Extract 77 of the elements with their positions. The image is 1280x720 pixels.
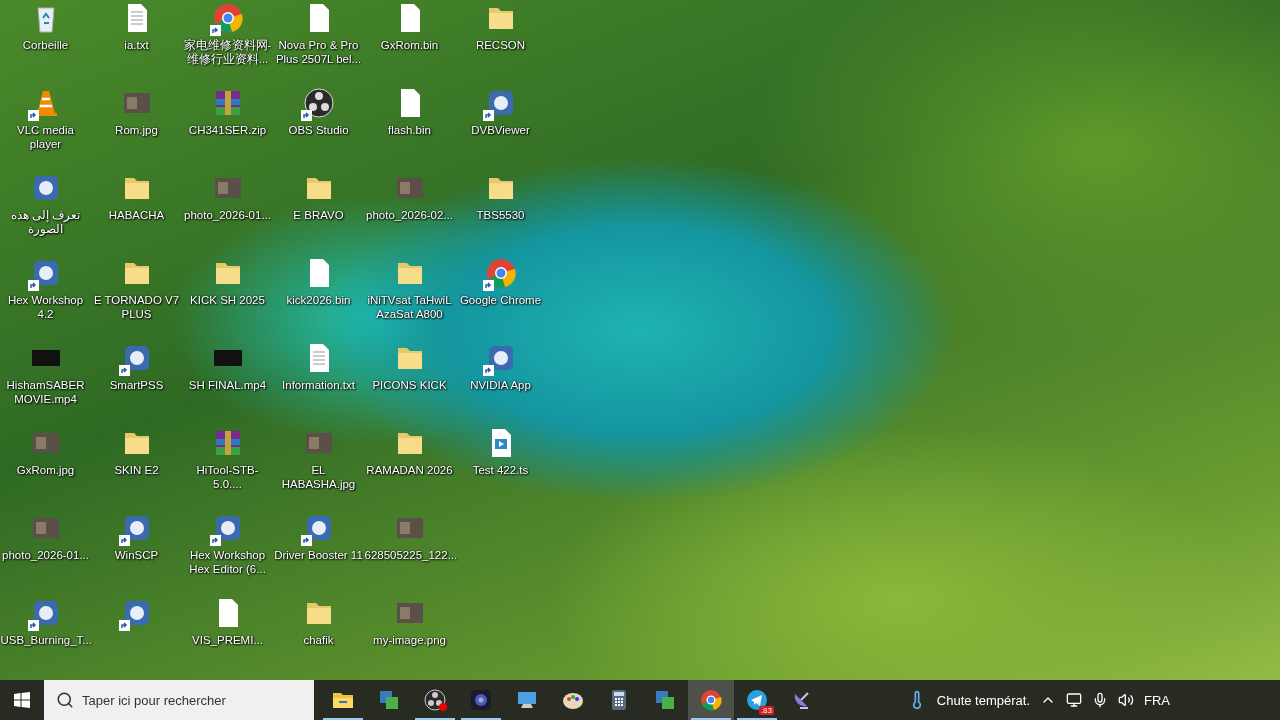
taskbar-app-button[interactable]: .83 — [734, 680, 780, 720]
icon-label[interactable]: my-image.png — [364, 633, 455, 647]
obs-icon — [423, 688, 447, 712]
shortcut-arrow-icon — [482, 365, 494, 376]
icon-label[interactable]: RECSON — [455, 38, 546, 52]
icon-label[interactable]: E BRAVO — [273, 208, 364, 222]
icon-label[interactable]: DVBViewer — [455, 123, 546, 137]
network-icon[interactable] — [1066, 692, 1082, 708]
icon-label[interactable]: NVIDIA App — [455, 378, 546, 392]
camera-icon — [469, 688, 493, 712]
icon-label[interactable]: GxRom.bin — [364, 38, 455, 52]
shortcut-arrow-icon — [209, 535, 221, 546]
icon-label[interactable]: Hex Workshop Hex Editor (6... — [182, 548, 273, 576]
search-icon — [56, 691, 74, 709]
icon-label[interactable]: KICK SH 2025 — [182, 293, 273, 307]
windows-logo-icon — [14, 692, 30, 708]
icon-label[interactable]: OBS Studio — [273, 123, 364, 137]
shortcut-arrow-icon — [27, 110, 39, 121]
icon-label[interactable]: TBS5530 — [455, 208, 546, 222]
icon-label[interactable]: E TORNADO V7 PLUS — [91, 293, 182, 321]
icon-label[interactable]: photo_2026-01... — [182, 208, 273, 222]
app-icon — [377, 688, 401, 712]
shortcut-arrow-icon — [27, 280, 39, 291]
shortcut-arrow-icon — [300, 535, 312, 546]
shortcut-arrow-icon — [209, 25, 221, 36]
shortcut-arrow-icon — [118, 365, 130, 376]
icon-label[interactable]: chafik — [273, 633, 364, 647]
icon-label[interactable]: Driver Booster 11 — [273, 548, 364, 562]
icon-label[interactable]: GxRom.jpg — [0, 463, 91, 477]
shortcut-arrow-icon — [300, 110, 312, 121]
icon-label[interactable]: EL HABASHA.jpg — [273, 463, 364, 491]
obs-icon — [302, 87, 335, 119]
language-indicator[interactable]: FRA — [1144, 692, 1170, 708]
icon-label[interactable]: Test 422.ts — [455, 463, 546, 477]
icon-label[interactable]: photo_2026-02... — [364, 208, 455, 222]
icon-label[interactable]: Hex Workshop 4.2 — [0, 293, 91, 321]
icon-label[interactable]: iNiTVsat TaHwiL AzaSat A800 — [364, 293, 455, 321]
icon-label[interactable]: Corbeille — [0, 38, 91, 52]
shortcut-arrow-icon — [118, 620, 130, 631]
shortcut-arrow-icon — [27, 620, 39, 631]
icon-label[interactable]: kick2026.bin — [273, 293, 364, 307]
icon-label[interactable]: HishamSABER MOVIE.mp4 — [0, 378, 91, 406]
icon-label[interactable]: CH341SER.zip — [182, 123, 273, 137]
chrome-icon — [484, 257, 517, 289]
icon-label[interactable]: VIS_PREMI... — [182, 633, 273, 647]
shortcut-arrow-icon — [482, 110, 494, 121]
icon-label[interactable]: Nova Pro & Pro Plus 2507L bel... — [273, 38, 364, 66]
unread-count: .83 — [758, 706, 774, 715]
weather-text[interactable]: Chute températ. — [936, 692, 1030, 708]
search-field[interactable]: Taper ici pour rechercher — [44, 680, 314, 720]
icon-label[interactable]: SH FINAL.mp4 — [182, 378, 273, 392]
icon-label[interactable]: Rom.jpg — [91, 123, 182, 137]
icon-label[interactable]: Google Chrome — [455, 293, 546, 307]
icon-label[interactable]: HiTool-STB-5.0.... — [182, 463, 273, 491]
taskbar-app-button[interactable] — [688, 680, 734, 720]
chrome-icon — [699, 688, 723, 712]
shortcut-arrow-icon — [482, 280, 494, 291]
icon-label[interactable]: HABACHA — [91, 208, 182, 222]
chrome-icon — [211, 2, 244, 34]
icon-label[interactable]: SmartPSS — [91, 378, 182, 392]
icon-label[interactable]: RAMADAN 2026 — [364, 463, 455, 477]
icon-label[interactable]: 628505225_122... — [364, 548, 455, 562]
icon-label[interactable]: WinSCP — [91, 548, 182, 562]
icon-label[interactable]: photo_2026-01... — [0, 548, 91, 562]
icon-label[interactable]: تعرف إلى هذه الصورة — [0, 208, 91, 236]
icon-label[interactable]: flash.bin — [364, 123, 455, 137]
icon-label[interactable]: ia.txt — [91, 38, 182, 52]
shortcut-arrow-icon — [118, 535, 130, 546]
icon-label[interactable]: VLC media player — [0, 123, 91, 151]
icon-label[interactable]: 家电维修资料网-维修行业资料... — [182, 38, 273, 66]
icon-label[interactable]: Information.txt — [273, 378, 364, 392]
volume-icon[interactable] — [1118, 692, 1134, 708]
icon-label[interactable]: USB_Burning_T... — [0, 633, 91, 647]
icon-label[interactable]: PICONS KICK — [364, 378, 455, 392]
app-icon — [653, 688, 677, 712]
icon-label[interactable]: SKIN E2 — [91, 463, 182, 477]
microphone-icon[interactable] — [1092, 692, 1108, 708]
